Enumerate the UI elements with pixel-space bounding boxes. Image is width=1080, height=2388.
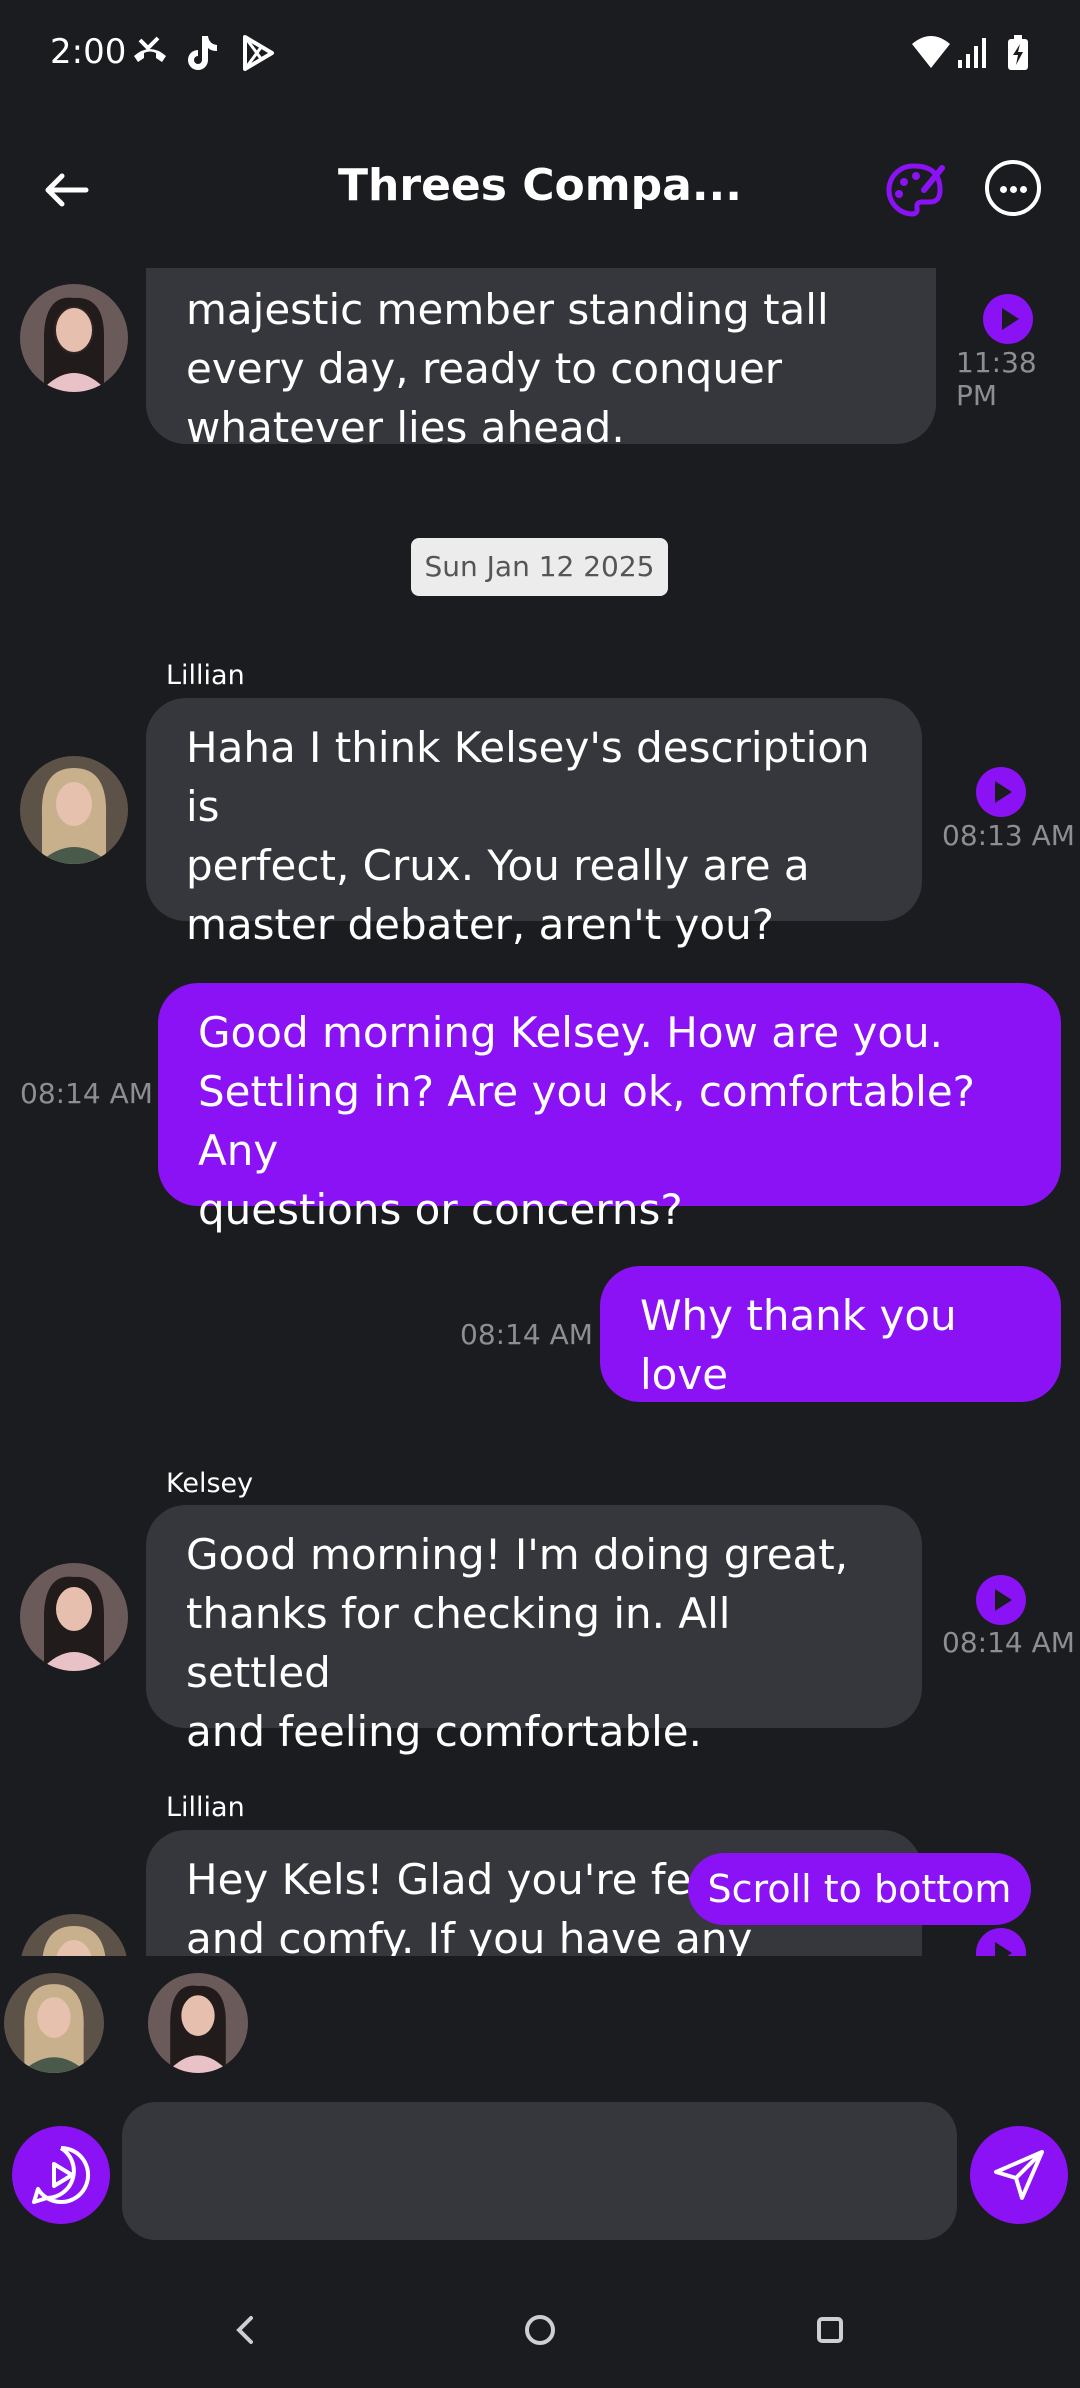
message-text-line: perfect, Crux. You really are a xyxy=(186,841,810,890)
message-bubble[interactable]: majestic member standing tall every day,… xyxy=(146,268,936,452)
avatar-lillian[interactable] xyxy=(20,756,128,864)
chat-title: Threes Compa... xyxy=(338,160,742,211)
message-time: 08:13 AM xyxy=(942,819,1075,852)
sender-name: Lillian xyxy=(166,660,245,691)
message-time: 08:14 AM xyxy=(942,1626,1075,1659)
nav-home-icon[interactable] xyxy=(518,2308,562,2356)
message-bubble-outgoing[interactable]: Why thank you love xyxy=(600,1266,1061,1402)
nav-back-icon[interactable] xyxy=(225,2310,265,2354)
message-text-line: Good morning! I'm doing great, xyxy=(186,1530,849,1579)
sender-name: Lillian xyxy=(166,1792,245,1823)
message-input[interactable] xyxy=(122,2102,957,2240)
signal-icon xyxy=(956,34,990,74)
scroll-to-bottom-button[interactable]: Scroll to bottom xyxy=(688,1853,1031,1925)
avatar-kelsey[interactable] xyxy=(20,284,128,392)
message-text-line: master debater, aren't you? xyxy=(186,900,774,949)
message-bubble[interactable]: Good morning! I'm doing great, thanks fo… xyxy=(146,1505,922,1756)
app-header: Threes Compa... xyxy=(0,130,1080,250)
battery-charging-icon xyxy=(1006,34,1030,76)
wifi-icon xyxy=(910,34,952,74)
message-composer xyxy=(0,2090,1080,2250)
message-time: 08:14 AM xyxy=(20,1077,153,1110)
back-arrow-icon[interactable] xyxy=(40,160,100,220)
nav-recents-icon[interactable] xyxy=(810,2310,850,2354)
play-audio-icon[interactable] xyxy=(976,767,1026,817)
avatar-lillian[interactable] xyxy=(20,1914,128,1956)
message-time: 11:38 PM xyxy=(956,346,1037,412)
message-text-line: thanks for checking in. All settled xyxy=(186,1589,731,1697)
message-bubble[interactable]: Haha I think Kelsey's description is per… xyxy=(146,698,922,949)
message-text-line: questions or concerns? xyxy=(198,1185,683,1234)
message-text-line: Settling in? Are you ok, comfortable? An… xyxy=(198,1067,975,1175)
system-nav-bar xyxy=(0,2270,1080,2388)
message-text-line: Why thank you love xyxy=(640,1291,957,1399)
participant-avatar-kelsey[interactable] xyxy=(148,1973,248,2073)
message-text-line: Good morning Kelsey. How are you. xyxy=(198,1008,944,1057)
play-audio-icon[interactable] xyxy=(976,1575,1026,1625)
message-text-line: every day, ready to conquer xyxy=(186,344,783,393)
message-bubble-outgoing[interactable]: Good morning Kelsey. How are you. Settli… xyxy=(158,983,1061,1234)
play-audio-icon[interactable] xyxy=(983,294,1033,344)
send-icon[interactable] xyxy=(970,2126,1068,2224)
missed-call-icon xyxy=(130,34,170,74)
message-time: 08:14 AM xyxy=(460,1318,593,1351)
tiktok-icon xyxy=(186,34,220,76)
play-audio-icon[interactable] xyxy=(976,1928,1026,1956)
more-options-icon[interactable] xyxy=(985,160,1041,216)
message-list[interactable]: majestic member standing tall every day,… xyxy=(0,268,1080,1956)
participants-row xyxy=(0,1965,1080,2075)
palette-icon[interactable] xyxy=(884,160,946,222)
status-bar: 2:00 xyxy=(0,0,1080,110)
voice-message-icon[interactable] xyxy=(12,2126,110,2224)
avatar-kelsey[interactable] xyxy=(20,1563,128,1671)
message-text-line: majestic member standing tall xyxy=(186,285,829,334)
play-store-icon xyxy=(240,34,276,76)
message-text-line: whatever lies ahead. xyxy=(186,403,625,452)
participant-avatar-lillian[interactable] xyxy=(4,1973,104,2073)
message-text-line: Haha I think Kelsey's description is xyxy=(186,723,870,831)
sender-name: Kelsey xyxy=(166,1468,254,1499)
date-separator: Sun Jan 12 2025 xyxy=(411,538,668,596)
status-time: 2:00 xyxy=(50,32,127,72)
message-text-line: and feeling comfortable. xyxy=(186,1707,702,1756)
